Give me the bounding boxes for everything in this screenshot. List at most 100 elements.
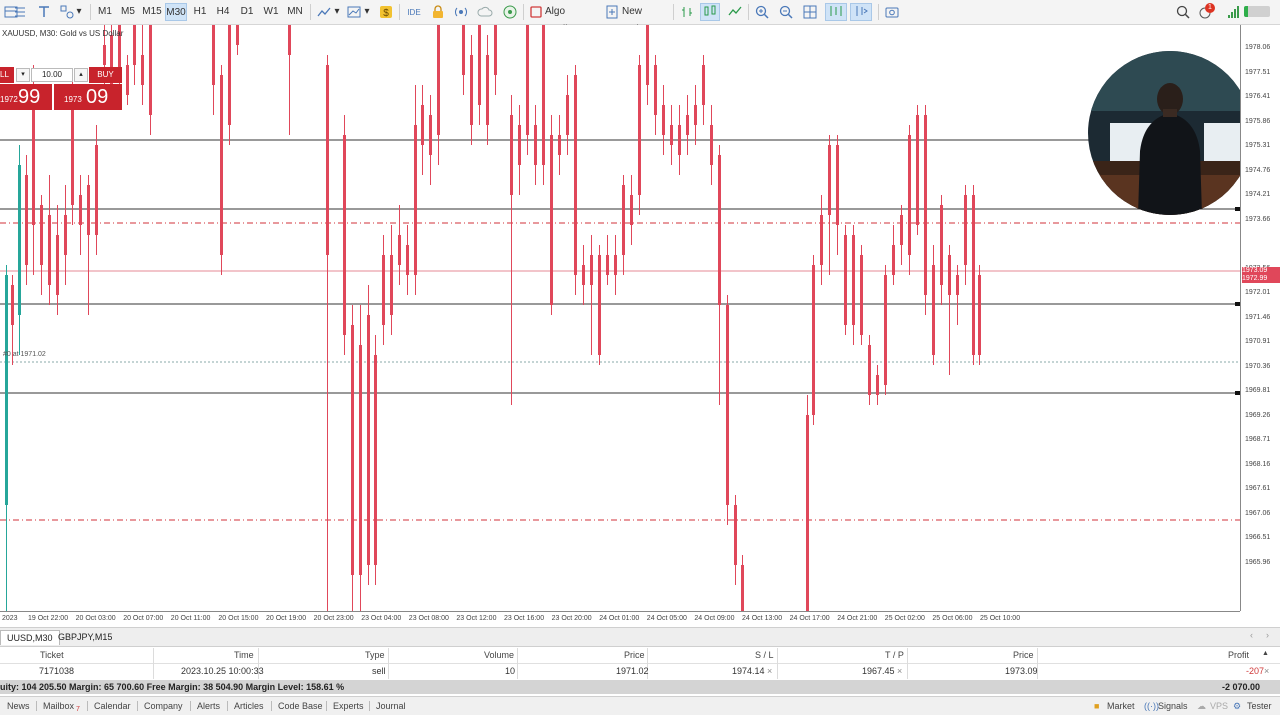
tab-market[interactable]: Market: [1107, 700, 1135, 712]
market-watch-icon[interactable]: [502, 4, 518, 20]
time-tick-label: 25 Oct 02:00: [884, 615, 925, 622]
text-tool-icon[interactable]: [36, 4, 52, 20]
header-ticket[interactable]: Ticket: [40, 650, 64, 660]
remove-stop-loss-icon[interactable]: ×: [767, 666, 772, 676]
algo-trading-icon[interactable]: [528, 4, 544, 20]
tab-divider: [369, 701, 370, 711]
timeframe-mn-button[interactable]: MN: [285, 3, 305, 21]
shapes-dropdown-icon[interactable]: ▾: [74, 3, 84, 21]
tab-divider: [137, 701, 138, 711]
timeframe-h1-button[interactable]: H1: [191, 3, 209, 21]
tabs-scroll-left-icon[interactable]: ‹: [1250, 630, 1253, 640]
trade-ticket: 7171038: [39, 666, 75, 676]
trade-stop-loss[interactable]: 1974.14: [732, 666, 765, 676]
chart-tab-gbpjpy[interactable]: GBPJPY,M15: [52, 630, 118, 644]
sort-ascending-icon[interactable]: ▲: [1262, 650, 1269, 657]
timeframe-m15-button[interactable]: M15: [141, 3, 163, 21]
timeframe-m1-button[interactable]: M1: [96, 3, 114, 21]
tab-vps[interactable]: VPS: [1210, 700, 1228, 712]
tab-signals[interactable]: Signals: [1158, 700, 1188, 712]
zoom-out-icon[interactable]: [778, 4, 794, 20]
price-tick-label: 1970.91: [1245, 338, 1271, 345]
bearish-candle: [406, 245, 409, 275]
trade-row[interactable]: 7171038 2023.10.25 10:00:33 sell 10 1971…: [0, 664, 1280, 679]
signal-icon[interactable]: [453, 4, 469, 20]
tab-alerts[interactable]: Alerts: [197, 700, 220, 712]
indicators-icon[interactable]: [316, 4, 332, 20]
header-current-price[interactable]: Price: [1013, 650, 1034, 660]
account-summary-text: uity: 104 205.50 Margin: 65 700.60 Free …: [0, 682, 345, 692]
algo-trading-button[interactable]: Algo Trading: [545, 3, 597, 35]
grid-icon[interactable]: [802, 4, 818, 20]
header-type[interactable]: Type: [365, 650, 385, 660]
tab-company[interactable]: Company: [144, 700, 183, 712]
tab-calendar[interactable]: Calendar: [94, 700, 131, 712]
bearish-candle: [940, 205, 943, 285]
trade-take-profit[interactable]: 1967.45: [862, 666, 895, 676]
header-profit[interactable]: Profit: [1228, 650, 1249, 660]
candlestick-icon: [704, 5, 716, 16]
bearish-candle: [884, 275, 887, 385]
new-order-button[interactable]: New Order: [622, 3, 668, 35]
tabs-scroll-right-icon[interactable]: ›: [1266, 630, 1269, 640]
tab-news[interactable]: News: [7, 700, 30, 712]
timeframe-m5-button[interactable]: M5: [119, 3, 137, 21]
trade-type: sell: [372, 666, 386, 676]
lot-size-input[interactable]: 10.00: [31, 68, 73, 82]
timeframe-h4-button[interactable]: H4: [214, 3, 232, 21]
new-order-icon[interactable]: [604, 4, 620, 20]
remove-take-profit-icon[interactable]: ×: [897, 666, 902, 676]
buy-price-box[interactable]: 1973 09: [54, 84, 122, 110]
dollar-icon[interactable]: $: [378, 4, 394, 20]
tab-tester[interactable]: Tester: [1247, 700, 1272, 712]
close-position-icon[interactable]: ×: [1264, 666, 1269, 676]
bearish-candle: [566, 95, 569, 135]
time-scale[interactable]: 2023 19 Oct 22:00 20 Oct 03:00 20 Oct 07:00…: [0, 611, 1240, 628]
time-tick-label: 24 Oct 01:00: [599, 615, 640, 622]
price-scale[interactable]: 1978.06 1977.51 1976.41 1975.86 1975.31 1974.…: [1240, 25, 1280, 611]
timeframe-m30-button[interactable]: M30: [165, 3, 187, 21]
bullish-candle: [5, 275, 8, 505]
ide-icon[interactable]: IDE: [406, 4, 422, 20]
buy-button[interactable]: BUY: [89, 67, 122, 83]
search-icon[interactable]: [1175, 4, 1191, 20]
zoom-in-icon[interactable]: [754, 4, 770, 20]
bar-chart-icon[interactable]: [679, 4, 695, 20]
tab-mailbox[interactable]: Mailbox: [43, 700, 74, 712]
lot-increase-button[interactable]: ▴: [74, 68, 88, 82]
bearish-candle: [860, 255, 863, 335]
candlestick-button[interactable]: [700, 3, 720, 21]
shapes-icon[interactable]: [59, 4, 75, 20]
chart-tab-xauusd[interactable]: UUSD,M30: [0, 630, 60, 645]
presenter-avatar: [1088, 51, 1240, 215]
timeframe-d1-button[interactable]: D1: [238, 3, 256, 21]
indicators-dropdown-icon[interactable]: ▾: [333, 3, 341, 21]
lock-icon[interactable]: [430, 4, 446, 20]
lines-icon[interactable]: [12, 4, 28, 20]
tab-code-base[interactable]: Code Base: [278, 700, 323, 712]
auto-scroll-button[interactable]: [825, 3, 847, 21]
header-price[interactable]: Price: [624, 650, 645, 660]
sell-button[interactable]: LL: [0, 67, 14, 83]
lot-decrease-button[interactable]: ▾: [16, 68, 30, 82]
chart-type-icon[interactable]: [346, 4, 362, 20]
chart-type-dropdown-icon[interactable]: ▾: [363, 3, 371, 21]
cloud-icon[interactable]: [477, 4, 493, 20]
header-volume[interactable]: Volume: [484, 650, 514, 660]
header-sl[interactable]: S / L: [755, 650, 774, 660]
sell-price-box[interactable]: 1972 99: [0, 84, 52, 110]
timeframe-w1-button[interactable]: W1: [262, 3, 280, 21]
tab-articles[interactable]: Articles: [234, 700, 264, 712]
screenshot-icon[interactable]: [884, 4, 900, 20]
price-chart[interactable]: XAUUSD, M30: Gold vs US Dollar #0 at 197…: [0, 25, 1240, 611]
bearish-candle: [662, 105, 665, 135]
time-tick-label: 20 Oct 11:00: [170, 615, 211, 622]
tab-journal[interactable]: Journal: [376, 700, 406, 712]
tab-experts[interactable]: Experts: [333, 700, 364, 712]
header-tp[interactable]: T / P: [885, 650, 904, 660]
chart-shift-icon: [856, 6, 868, 16]
chart-shift-button[interactable]: [850, 3, 872, 21]
time-tick-label: 20 Oct 23:00: [313, 615, 354, 622]
line-chart-icon[interactable]: [727, 4, 743, 20]
header-time[interactable]: Time: [234, 650, 254, 660]
